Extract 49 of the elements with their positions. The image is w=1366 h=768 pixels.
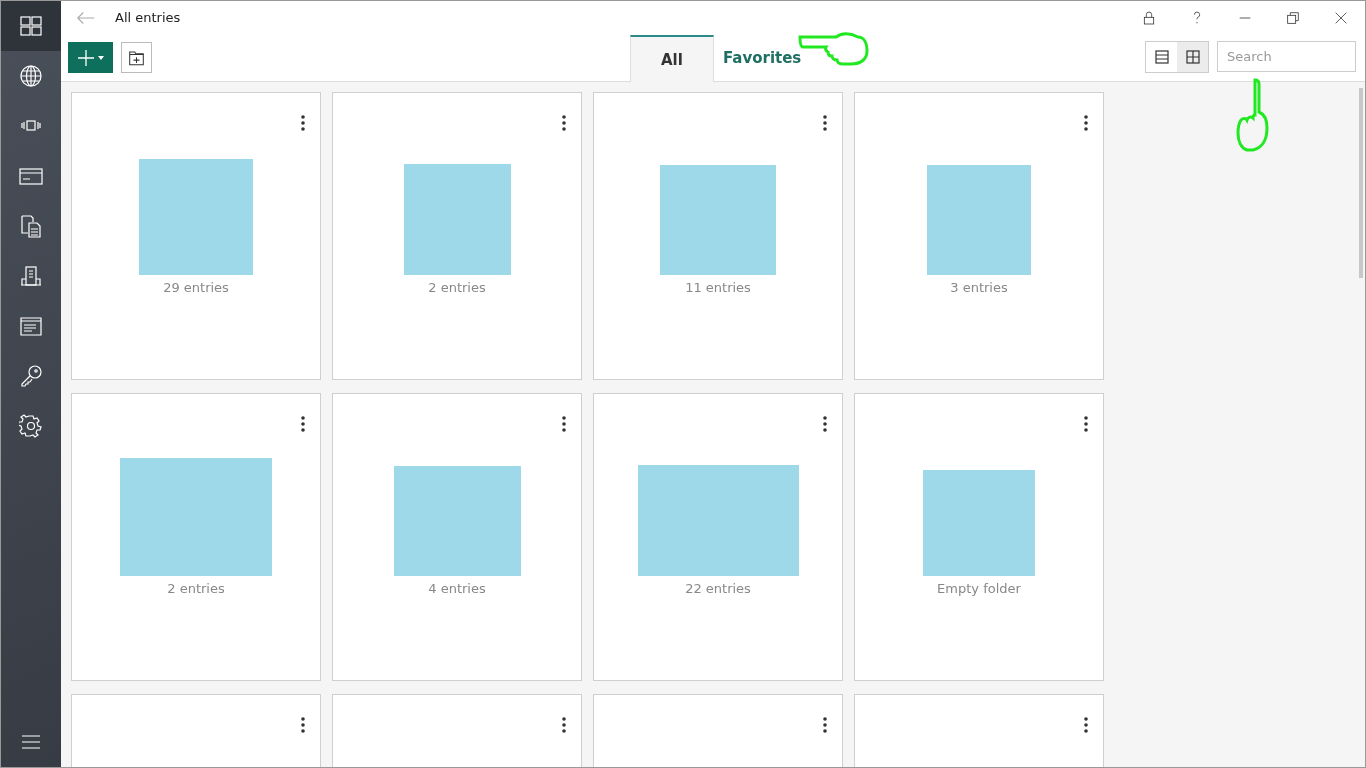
- folder-card[interactable]: 29 entries: [71, 92, 321, 380]
- more-icon[interactable]: [562, 115, 566, 131]
- restore-icon[interactable]: [1285, 9, 1301, 26]
- window-title: All entries: [115, 10, 181, 25]
- plus-icon: [77, 48, 95, 67]
- more-icon[interactable]: [301, 416, 305, 432]
- folder-card[interactable]: 4 entries: [332, 393, 582, 681]
- more-icon[interactable]: [823, 416, 827, 432]
- folder-card[interactable]: 11 entries: [593, 92, 843, 380]
- more-icon[interactable]: [1084, 717, 1088, 733]
- entry-count: 2 entries: [167, 581, 225, 596]
- entry-count: 11 entries: [685, 280, 751, 295]
- entry-count: Empty folder: [937, 581, 1021, 596]
- caret-icon: [98, 55, 104, 60]
- building-icon[interactable]: [19, 264, 43, 288]
- more-icon[interactable]: [823, 717, 827, 733]
- list-icon: [1154, 50, 1169, 64]
- folder-card[interactable]: 2 entries: [71, 393, 321, 681]
- documents-icon[interactable]: [19, 214, 43, 238]
- globe-icon[interactable]: [19, 64, 43, 88]
- more-icon[interactable]: [1084, 416, 1088, 432]
- more-icon[interactable]: [301, 717, 305, 733]
- more-icon[interactable]: [823, 115, 827, 131]
- more-icon[interactable]: [301, 115, 305, 131]
- folder-card[interactable]: Empty folder: [854, 393, 1104, 681]
- tab[interactable]: Favorites: [713, 35, 811, 81]
- more-icon[interactable]: [562, 416, 566, 432]
- tiles-icon[interactable]: [19, 14, 43, 38]
- new-folder-button[interactable]: [121, 42, 152, 73]
- grid-view-button[interactable]: [1177, 42, 1208, 72]
- search-field[interactable]: Search: [1217, 41, 1356, 72]
- tab[interactable]: All: [630, 35, 714, 82]
- entry-count: 4 entries: [428, 581, 486, 596]
- add-button[interactable]: [68, 42, 113, 73]
- key-icon[interactable]: [19, 364, 43, 388]
- more-icon[interactable]: [1084, 115, 1088, 131]
- lock-icon[interactable]: [1141, 9, 1157, 26]
- more-icon[interactable]: [562, 717, 566, 733]
- entry-count: 29 entries: [163, 280, 229, 295]
- folder-card[interactable]: 22 entries: [593, 393, 843, 681]
- notepad-icon[interactable]: [19, 314, 43, 338]
- entry-count: 22 entries: [685, 581, 751, 596]
- folder-card[interactable]: 2 entries: [332, 92, 582, 380]
- folder-card[interactable]: 3 entries: [854, 92, 1104, 380]
- scrollbar[interactable]: [1359, 88, 1363, 278]
- entry-count: 3 entries: [950, 280, 1008, 295]
- entry-count: 2 entries: [428, 280, 486, 295]
- grid-icon: [1185, 50, 1200, 64]
- settings-icon[interactable]: [19, 414, 43, 438]
